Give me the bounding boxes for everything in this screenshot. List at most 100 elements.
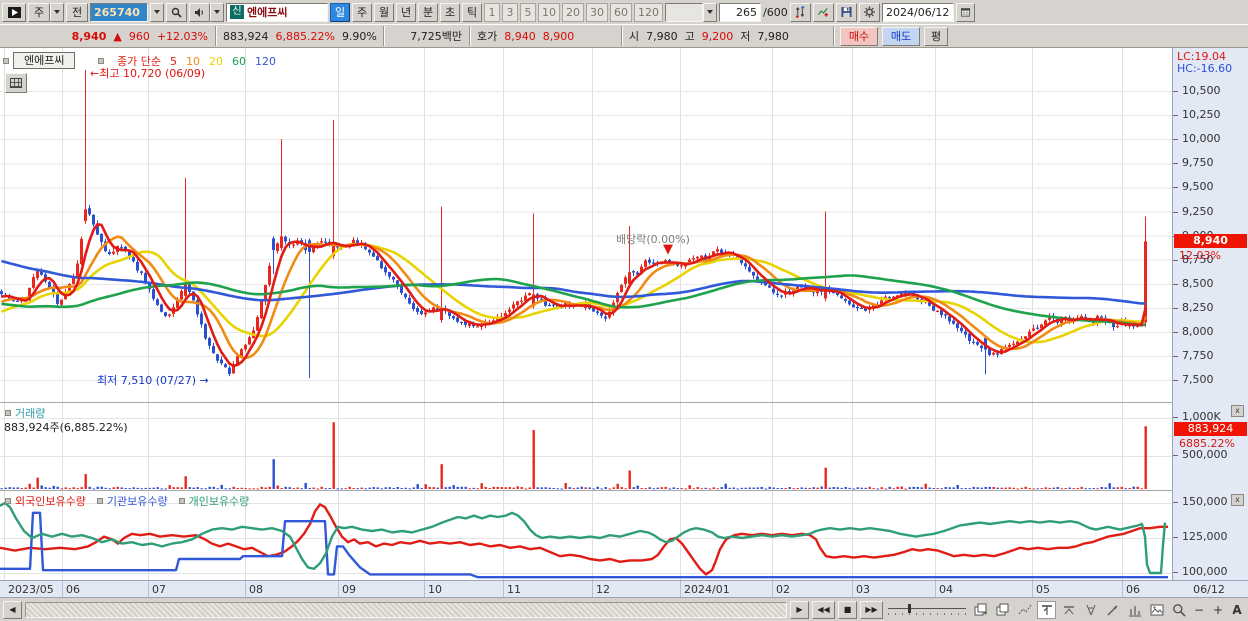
stock-code-input[interactable]: 265740 <box>90 2 148 22</box>
bullet-icon <box>96 498 103 504</box>
tab-tick[interactable]: 틱 <box>462 2 482 22</box>
month-label: 03 <box>856 583 870 596</box>
stock-type-dropdown-icon[interactable] <box>50 2 64 22</box>
zoom-tool-button[interactable] <box>1169 601 1188 619</box>
month-label: 12 <box>596 583 610 596</box>
quote-bar: 8,940 ▲ 960 +12.03% 883,924 6,885.22% 9.… <box>0 24 1248 48</box>
bid-price: 8,900 <box>542 29 575 43</box>
tool-resistance-button[interactable] <box>1037 600 1056 619</box>
volume-pane-close-icon[interactable]: x <box>1231 405 1244 417</box>
stock-name-field[interactable]: 신 엔에프씨 <box>226 2 328 22</box>
minute-1-button[interactable]: 1 <box>484 2 500 22</box>
bullet-icon <box>98 58 104 64</box>
current-price: 8,940 <box>71 29 107 43</box>
period-low-annotation: 최저 7,510 (07/27) → <box>97 374 209 387</box>
slider-thumb[interactable] <box>908 603 911 613</box>
minute-3-button[interactable]: 3 <box>502 2 518 22</box>
peak-line-icon <box>1063 605 1074 614</box>
tool-peak-button[interactable] <box>1059 601 1078 619</box>
minute-30-button[interactable]: 30 <box>586 2 608 22</box>
pattern-button[interactable] <box>1015 601 1034 619</box>
tab-monthly[interactable]: 월 <box>374 2 394 22</box>
tool-valley-button[interactable] <box>1081 601 1100 619</box>
grid-toggle-button[interactable] <box>5 73 27 93</box>
search-button[interactable] <box>166 2 187 22</box>
ask-price: 8,940 <box>504 29 536 43</box>
speed-slider[interactable] <box>886 602 968 618</box>
holdings-tick-label: 125,000 <box>1182 530 1228 543</box>
buy-button[interactable]: 매수 <box>840 26 878 46</box>
current-price-box: 8,940 <box>1174 234 1247 248</box>
rewind-button[interactable]: ◀◀ <box>812 600 835 619</box>
tab-daily[interactable]: 일 <box>330 2 350 22</box>
overlay-icon <box>996 603 1008 615</box>
stop-button[interactable]: ■ <box>838 600 857 619</box>
slider-track <box>888 607 966 609</box>
font-size-button[interactable]: A <box>1229 603 1245 617</box>
minute-5-button[interactable]: 5 <box>520 2 536 22</box>
axis-tick <box>1173 115 1178 116</box>
overlay-button[interactable] <box>993 601 1012 619</box>
window-icon[interactable] <box>2 2 26 22</box>
chart-image-button[interactable] <box>1147 601 1166 619</box>
tab-yearly[interactable]: 년 <box>396 2 416 22</box>
add-chart-button[interactable] <box>812 2 834 22</box>
minute-10-button[interactable]: 10 <box>538 2 560 22</box>
zoom-in-button[interactable]: + <box>1210 603 1226 617</box>
tool-eraser-button[interactable] <box>1125 601 1144 619</box>
minute-120-button[interactable]: 120 <box>634 2 663 22</box>
sound-button[interactable] <box>189 2 210 22</box>
chart-scrollbar[interactable] <box>25 601 787 618</box>
image-icon <box>1150 604 1163 615</box>
play-button[interactable]: ▶ <box>790 600 809 619</box>
zoom-out-button[interactable]: − <box>1191 603 1207 617</box>
compare-button[interactable] <box>789 2 811 22</box>
custom-period-dropdown-icon[interactable] <box>703 2 717 22</box>
scroll-left-button[interactable]: ◀ <box>3 600 22 619</box>
sound-dropdown-icon[interactable] <box>210 2 224 22</box>
chart-eraser-icon <box>1128 605 1141 616</box>
axis-tick <box>1173 537 1178 538</box>
tab-weekly[interactable]: 주 <box>352 2 372 22</box>
tab-minute[interactable]: 분 <box>418 2 438 22</box>
custom-period-select[interactable] <box>665 2 703 22</box>
tab-second[interactable]: 초 <box>440 2 460 22</box>
price-tick-label: 10,000 <box>1182 132 1221 145</box>
bullet-icon <box>178 498 185 504</box>
price-axis-panel: LC:19.04 HC:-16.60 x x 10,500 10,250 10,00… <box>1172 48 1248 580</box>
volume-subtitle: 883,924주(6,885.22%) <box>4 421 128 434</box>
holdings-pane-close-icon[interactable]: x <box>1231 494 1244 506</box>
individual-holdings-label: 개인보유수량 <box>188 495 250 508</box>
turnover-pct: 9.90% <box>341 29 377 43</box>
minute-20-button[interactable]: 20 <box>562 2 584 22</box>
split-screen-button[interactable] <box>971 601 990 619</box>
price-chart-canvas[interactable] <box>0 48 1172 402</box>
minute-60-button[interactable]: 60 <box>610 2 632 22</box>
volume-chart-canvas[interactable] <box>0 402 1172 490</box>
tool-trendline-button[interactable] <box>1103 601 1122 619</box>
volume-value: 883,924 <box>223 29 269 43</box>
calendar-icon <box>960 8 970 17</box>
open-price: 7,980 <box>646 29 678 43</box>
save-button[interactable] <box>835 2 857 22</box>
price-tick-label: 8,500 <box>1182 277 1214 290</box>
magnifier-icon <box>1172 603 1186 617</box>
avg-button[interactable]: 평 <box>924 26 948 46</box>
axis-tick <box>1173 163 1178 164</box>
stock-type-button[interactable]: 주 <box>28 2 50 22</box>
ma-20-label: 20 <box>208 54 223 68</box>
code-dropdown-icon[interactable] <box>150 2 164 22</box>
bar-count-input[interactable]: 265 <box>719 2 761 22</box>
price-tick-label: 9,750 <box>1182 156 1214 169</box>
settings-button[interactable] <box>858 2 880 22</box>
foreign-holdings-label: 외국인보유수량 <box>15 495 86 508</box>
date-input[interactable]: 2024/06/12 <box>881 2 954 22</box>
ex-dividend-arrow-icon: ▼ <box>663 242 673 257</box>
calendar-button[interactable] <box>955 2 975 22</box>
axis-tick <box>1173 308 1178 309</box>
month-separator <box>338 581 339 597</box>
fast-forward-button[interactable]: ▶▶ <box>860 600 883 619</box>
chart-stock-tab[interactable]: 엔에프씨 <box>3 52 76 69</box>
prev-stock-button[interactable]: 전 <box>66 2 88 22</box>
sell-button[interactable]: 매도 <box>882 26 920 46</box>
